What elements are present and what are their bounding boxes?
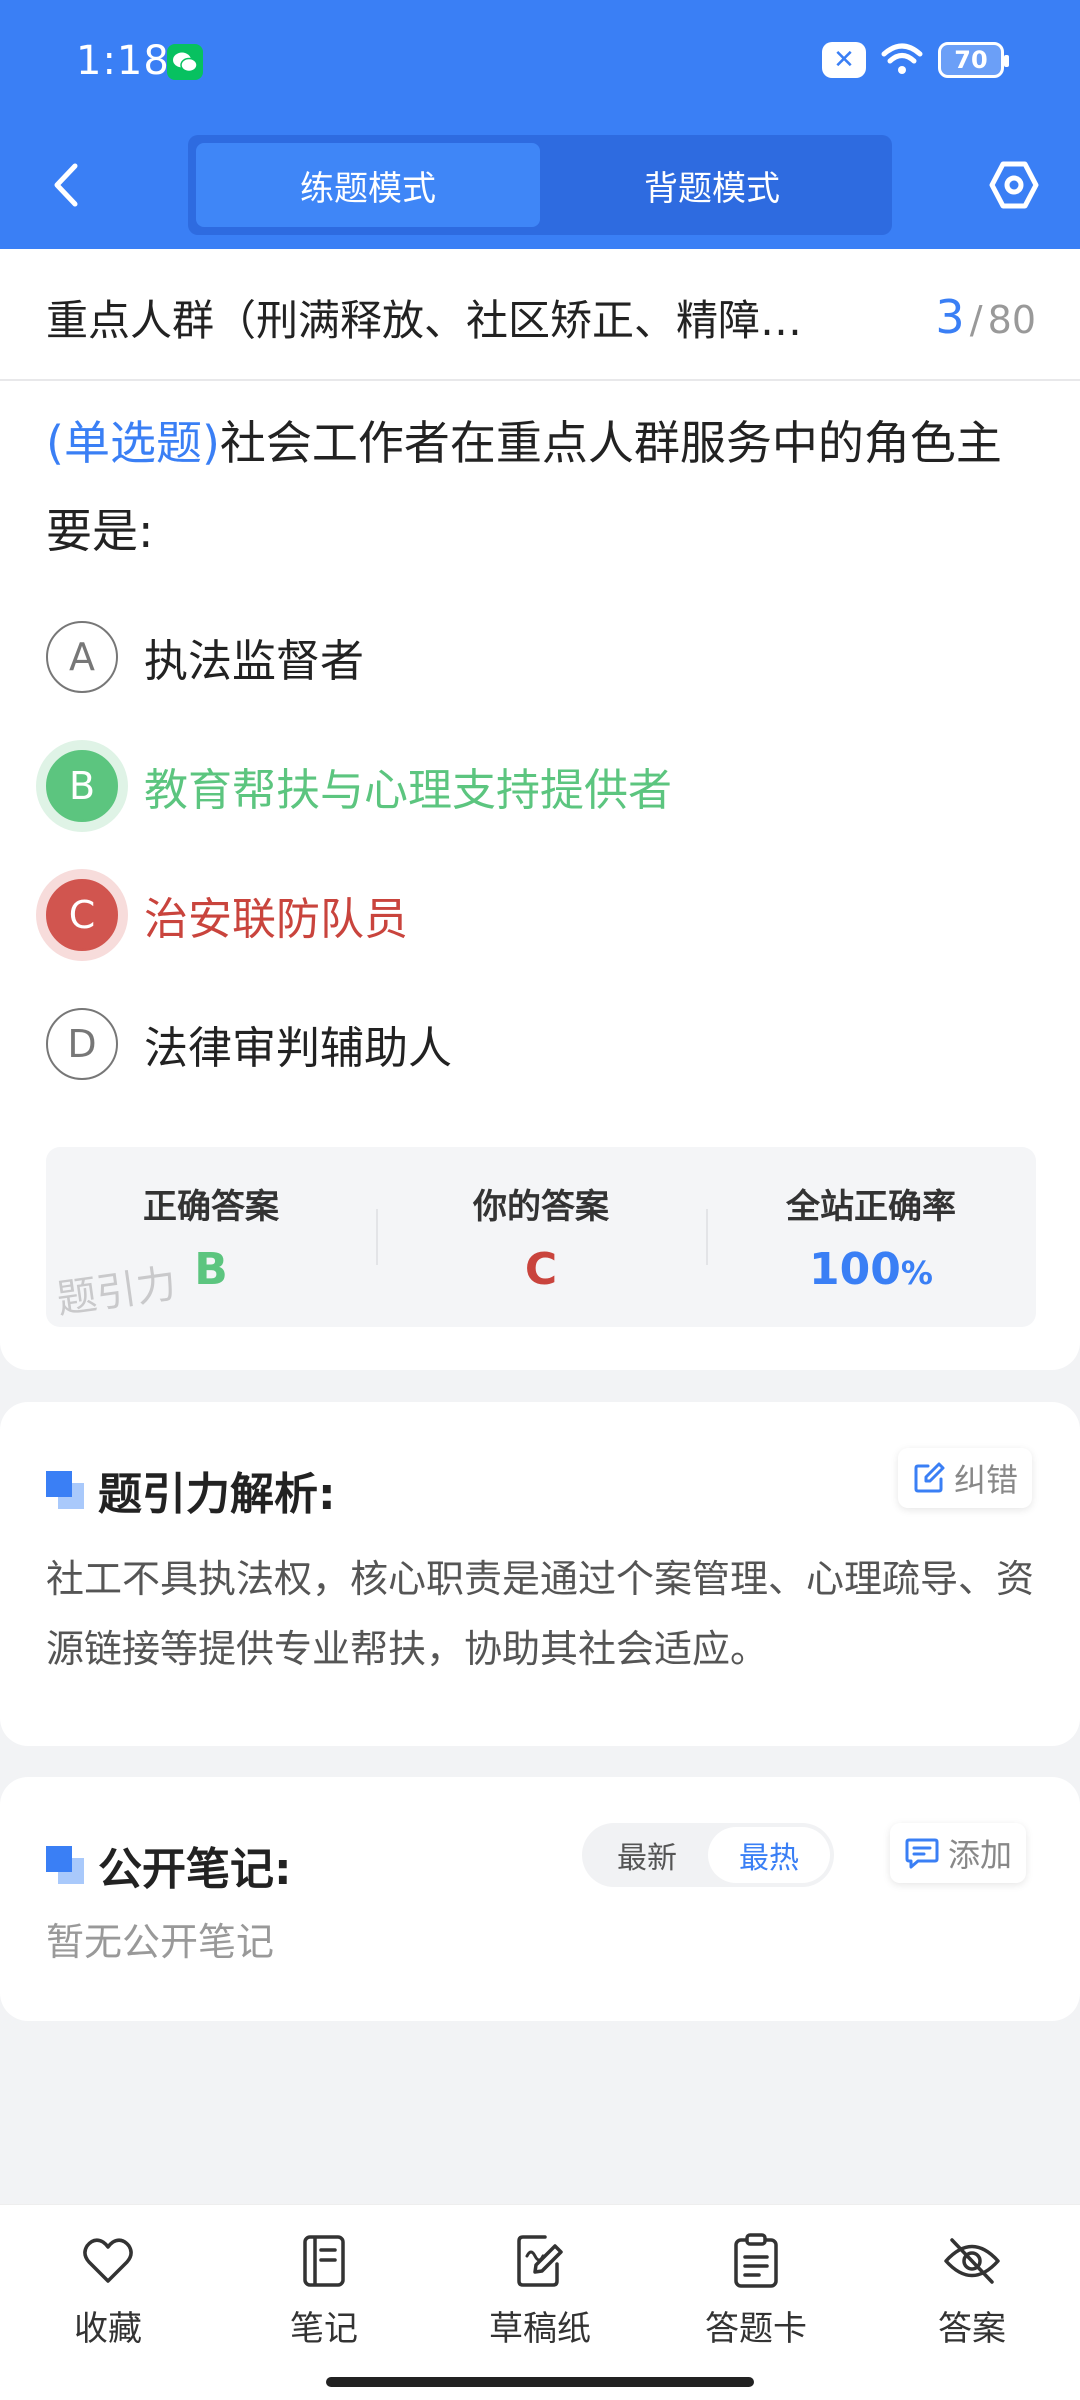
option-c[interactable]: C 治安联防队员 [46, 875, 408, 955]
add-note-button[interactable]: 添加 [890, 1823, 1027, 1883]
notes-empty-text: 暂无公开笔记 [46, 1920, 275, 1964]
back-button[interactable] [36, 155, 96, 215]
accuracy-label: 全站正确率 [786, 1187, 956, 1227]
correct-answer-label: 正确答案 [143, 1187, 279, 1227]
question-progress[interactable]: 3 / 80 [935, 290, 1036, 344]
battery-level: 70 [954, 46, 988, 74]
notes-header: 公开笔记: [46, 1833, 292, 1897]
correct-answer-col: 正确答案 B [46, 1147, 376, 1327]
question-stem: (单选题)社会工作者在重点人群服务中的角色主要是: [46, 399, 1046, 575]
progress-total: 80 [987, 298, 1036, 342]
option-letter: D [46, 1008, 118, 1080]
add-note-label: 添加 [948, 1836, 1013, 1874]
tab-practice-mode[interactable]: 练题模式 [196, 143, 540, 227]
bottom-toolbar: 收藏 笔记 草稿纸 答题卡 答案 [0, 2204, 1080, 2400]
answer-summary: 正确答案 B 你的答案 C 全站正确率 100% [46, 1147, 1036, 1327]
app-header: 1:18 ✕ 70 练题模式 背题模式 [0, 0, 1080, 249]
option-b[interactable]: B 教育帮扶与心理支持提供者 [46, 746, 672, 826]
option-text: 执法监督者 [144, 636, 364, 687]
analysis-header: 题引力解析: [46, 1458, 336, 1522]
chapter-row: 重点人群（刑满释放、社区矫正、精障… 3 / 80 [46, 287, 1036, 347]
eye-off-icon [942, 2231, 1002, 2291]
notebook-icon [294, 2231, 354, 2291]
draft-paper-icon [510, 2231, 570, 2291]
option-letter: B [46, 750, 118, 822]
divider [0, 379, 1080, 381]
notes-button[interactable]: 笔记 [254, 2231, 394, 2350]
tab-recite-mode[interactable]: 背题模式 [540, 143, 884, 227]
sort-hottest-tab[interactable]: 最热 [708, 1827, 830, 1883]
section-marker-icon [46, 1471, 84, 1509]
your-answer-label: 你的答案 [473, 1187, 609, 1227]
no-sim-icon: ✕ [822, 42, 866, 78]
comment-icon [905, 1838, 939, 1869]
question-type: (单选题) [46, 416, 220, 470]
sort-latest-tab[interactable]: 最新 [586, 1827, 708, 1883]
nav-bar: 练题模式 背题模式 [0, 125, 1080, 249]
progress-separator: / [969, 298, 983, 342]
status-time: 1:18 [76, 38, 170, 84]
question-card: 重点人群（刑满释放、社区矫正、精障… 3 / 80 (单选题)社会工作者在重点人… [0, 249, 1080, 1370]
answer-toggle-label: 答案 [938, 2309, 1006, 2349]
battery-indicator: 70 [938, 42, 1009, 78]
progress-current: 3 [935, 290, 965, 344]
edit-icon [914, 1462, 945, 1493]
accuracy-unit: % [900, 1254, 933, 1292]
option-a[interactable]: A 执法监督者 [46, 617, 364, 697]
settings-hexagon-icon [989, 161, 1039, 209]
settings-button[interactable] [984, 155, 1044, 215]
correct-answer-value: B [194, 1244, 228, 1295]
option-text: 治安联防队员 [144, 894, 408, 945]
notes-card: 公开笔记: 最新 最热 添加 暂无公开笔记 [0, 1777, 1080, 2021]
option-letter: A [46, 621, 118, 693]
wechat-notification-icon [167, 44, 203, 80]
report-error-button[interactable]: 纠错 [898, 1448, 1033, 1508]
accuracy-number: 100 [809, 1244, 901, 1295]
accuracy-value: 100% [809, 1244, 933, 1295]
heart-icon [78, 2231, 138, 2291]
status-bar: 1:18 ✕ 70 [0, 0, 1080, 125]
section-marker-icon [46, 1846, 84, 1884]
notes-label: 笔记 [290, 2309, 358, 2349]
option-d[interactable]: D 法律审判辅助人 [46, 1004, 452, 1084]
answer-toggle-button[interactable]: 答案 [902, 2231, 1042, 2350]
option-text: 教育帮扶与心理支持提供者 [144, 765, 672, 816]
mode-toggle: 练题模式 背题模式 [188, 135, 892, 235]
analysis-card: 题引力解析: 纠错 社工不具执法权，核心职责是通过个案管理、心理疏导、资源链接等… [0, 1402, 1080, 1746]
report-error-label: 纠错 [954, 1461, 1019, 1499]
notes-sort-toggle: 最新 最热 [582, 1823, 834, 1887]
answer-sheet-button[interactable]: 答题卡 [686, 2231, 826, 2350]
answer-sheet-label: 答题卡 [705, 2309, 807, 2349]
analysis-text: 社工不具执法权，核心职责是通过个案管理、心理疏导、资源链接等提供专业帮扶，协助其… [46, 1557, 1035, 1671]
chevron-left-icon [54, 163, 78, 207]
answer-sheet-icon [726, 2231, 786, 2291]
favorite-button[interactable]: 收藏 [38, 2231, 178, 2350]
favorite-label: 收藏 [74, 2309, 142, 2349]
accuracy-col: 全站正确率 100% [706, 1147, 1036, 1327]
your-answer-value: C [524, 1244, 558, 1295]
home-indicator[interactable] [326, 2377, 754, 2387]
analysis-title: 题引力解析: [98, 1469, 336, 1520]
wifi-icon [880, 40, 924, 80]
draft-paper-label: 草稿纸 [489, 2309, 591, 2349]
option-text: 法律审判辅助人 [144, 1023, 452, 1074]
option-letter: C [46, 879, 118, 951]
status-icons: ✕ 70 [822, 40, 1009, 80]
your-answer-col: 你的答案 C [376, 1147, 706, 1327]
notes-title: 公开笔记: [98, 1844, 292, 1895]
draft-paper-button[interactable]: 草稿纸 [470, 2231, 610, 2350]
chapter-title: 重点人群（刑满释放、社区矫正、精障… [46, 295, 803, 345]
